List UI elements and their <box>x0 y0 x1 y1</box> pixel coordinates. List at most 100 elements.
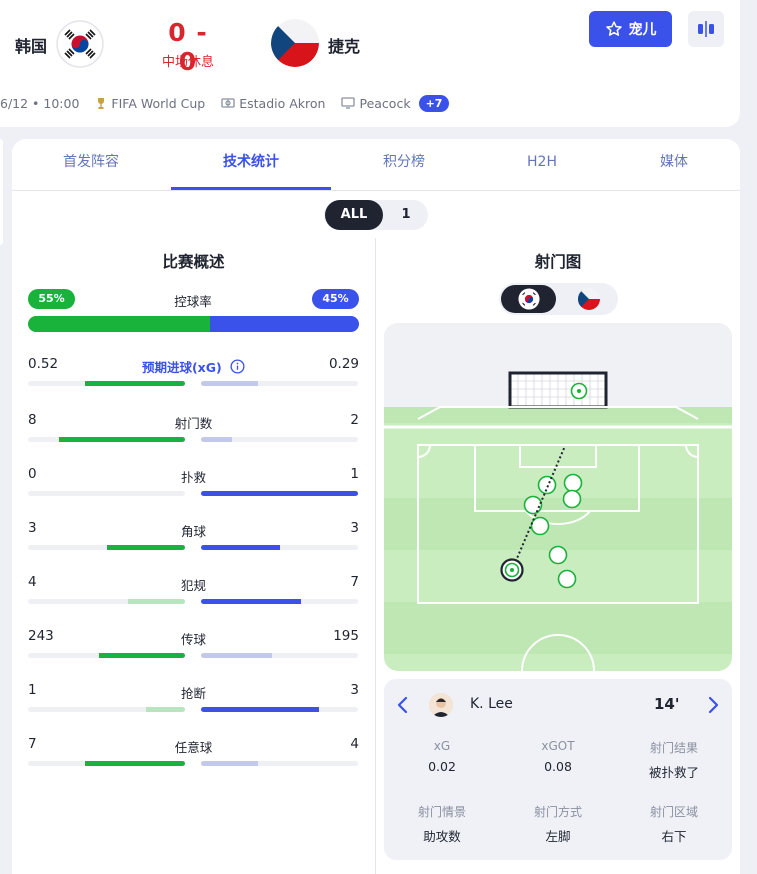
shot-map-title: 射门图 <box>534 253 582 271</box>
shot-marker[interactable] <box>537 475 557 495</box>
stat-home-track <box>28 545 185 550</box>
compare-icon <box>698 21 714 37</box>
info-icon[interactable] <box>230 359 245 374</box>
stat-home-track <box>28 653 185 658</box>
tab-standings[interactable]: 积分榜 <box>334 139 474 190</box>
stat-row: 7 任意球 4 <box>28 736 359 776</box>
stat-away-track <box>201 599 358 604</box>
possession-bar <box>28 316 359 332</box>
stat-label: 抢断 <box>28 683 359 702</box>
stat-label-text: 任意球 <box>174 740 213 755</box>
stat-row: 8 射门数 2 <box>28 412 359 452</box>
stat-row: 4 犯规 7 <box>28 574 359 614</box>
goal-net <box>508 371 608 409</box>
away-team-name[interactable]: 捷克 <box>328 33 360 57</box>
favorite-button[interactable]: 宠儿 <box>589 11 672 47</box>
detail-value: 0.02 <box>428 759 456 774</box>
compare-button[interactable] <box>688 11 724 47</box>
shot-detail-card: K. Lee 14' xG 0.02 xGOT 0.08 射门结果 被扑救了 射… <box>384 679 732 860</box>
detail-label: 射门情景 <box>417 805 466 819</box>
stat-home-track <box>28 707 185 712</box>
detail-label: 射门方式 <box>533 805 582 819</box>
stat-label-text: 射门数 <box>174 416 213 431</box>
shot-marker[interactable] <box>523 495 543 515</box>
tab-lineups[interactable]: 首发阵容 <box>12 139 170 190</box>
stat-away-value: 7 <box>350 574 359 590</box>
tab-media[interactable]: 媒体 <box>610 139 738 190</box>
stat-away-track <box>201 491 358 496</box>
stat-away-value: 2 <box>350 412 359 428</box>
stat-row: 243 传球 195 <box>28 628 359 668</box>
korea-flag-icon[interactable] <box>56 20 104 68</box>
shot-map-away-option[interactable] <box>561 285 616 313</box>
stat-label: 角球 <box>28 521 359 540</box>
shot-map-pitch[interactable] <box>384 323 732 671</box>
next-shot-icon[interactable] <box>703 695 723 715</box>
stat-home-fill <box>59 437 185 442</box>
detail-value: 被扑救了 <box>648 765 699 780</box>
possession-away-segment <box>210 316 359 332</box>
stat-label: 犯规 <box>28 575 359 594</box>
detail-label: 射门结果 <box>649 741 698 755</box>
broadcaster-link[interactable]: Peacock <box>341 96 411 111</box>
stat-home-fill <box>98 653 185 658</box>
stat-row: 0 扑救 1 <box>28 466 359 506</box>
stat-home-track <box>28 761 185 766</box>
detail-goal-zone: 射门区域 右下 <box>624 803 724 845</box>
home-possession-pill: 55% <box>28 289 75 309</box>
detail-value: 0.08 <box>544 759 572 774</box>
trophy-icon <box>98 97 105 109</box>
stat-away-value: 0.29 <box>328 356 359 372</box>
shot-map-team-toggle <box>499 283 618 315</box>
period-all-option[interactable]: ALL <box>325 200 383 230</box>
stat-row: 3 角球 3 <box>28 520 359 560</box>
stat-away-fill <box>201 761 258 766</box>
stat-row: 1 抢断 3 <box>28 682 359 722</box>
tab-statistics[interactable]: 技术统计 <box>171 139 331 190</box>
stat-label[interactable]: 预期进球(xG) <box>28 357 359 376</box>
stat-away-fill <box>201 653 272 658</box>
previous-shot-icon[interactable] <box>393 695 413 715</box>
shot-marker[interactable] <box>548 545 568 565</box>
detail-label: xGOT <box>541 739 575 753</box>
tab-h2h[interactable]: H2H <box>474 139 610 190</box>
czech-flag-icon <box>577 288 600 310</box>
stat-away-value: 195 <box>333 628 359 644</box>
match-status: 中场休息 <box>161 55 214 70</box>
stat-home-track <box>28 381 185 386</box>
stat-away-value: 4 <box>350 736 359 752</box>
shot-marker[interactable] <box>562 489 582 509</box>
shot-map-home-option[interactable] <box>501 285 556 313</box>
favorite-label: 宠儿 <box>628 22 657 38</box>
tv-icon <box>341 97 356 109</box>
stat-away-value: 3 <box>350 520 359 536</box>
stat-away-fill <box>201 381 258 386</box>
stat-home-track <box>28 599 185 604</box>
stat-label-text: 传球 <box>180 632 206 647</box>
more-broadcasters-badge[interactable]: +7 <box>418 94 450 112</box>
detail-situation: 射门情景 助攻数 <box>392 803 492 845</box>
venue-link[interactable]: Estadio Akron <box>221 96 325 111</box>
stat-row: 0.52 预期进球(xG) 0.29 <box>28 356 359 396</box>
stat-home-fill <box>106 545 185 550</box>
period-first-half-option[interactable]: 1 <box>386 200 426 230</box>
stat-away-track <box>201 381 358 386</box>
shot-marker[interactable] <box>557 569 577 589</box>
shot-minute: 14' <box>654 695 680 713</box>
stat-away-track <box>201 707 358 712</box>
player-avatar[interactable] <box>429 693 453 717</box>
stat-home-fill <box>128 599 185 604</box>
stat-label: 射门数 <box>28 413 359 432</box>
player-name[interactable]: K. Lee <box>470 696 513 712</box>
shot-marker[interactable] <box>563 473 583 493</box>
stat-home-fill <box>84 381 185 386</box>
detail-body-part: 射门方式 左脚 <box>508 803 608 845</box>
czech-flag-icon[interactable] <box>271 19 319 67</box>
home-team-name[interactable]: 韩国 <box>15 33 47 57</box>
selected-shot-dot <box>510 568 514 572</box>
stat-label: 扑救 <box>28 467 359 486</box>
stat-home-track <box>28 437 185 442</box>
stat-label-text: 抢断 <box>180 686 206 701</box>
competition-link[interactable]: FIFA World Cup <box>95 96 205 111</box>
korea-flag-icon <box>517 288 540 310</box>
